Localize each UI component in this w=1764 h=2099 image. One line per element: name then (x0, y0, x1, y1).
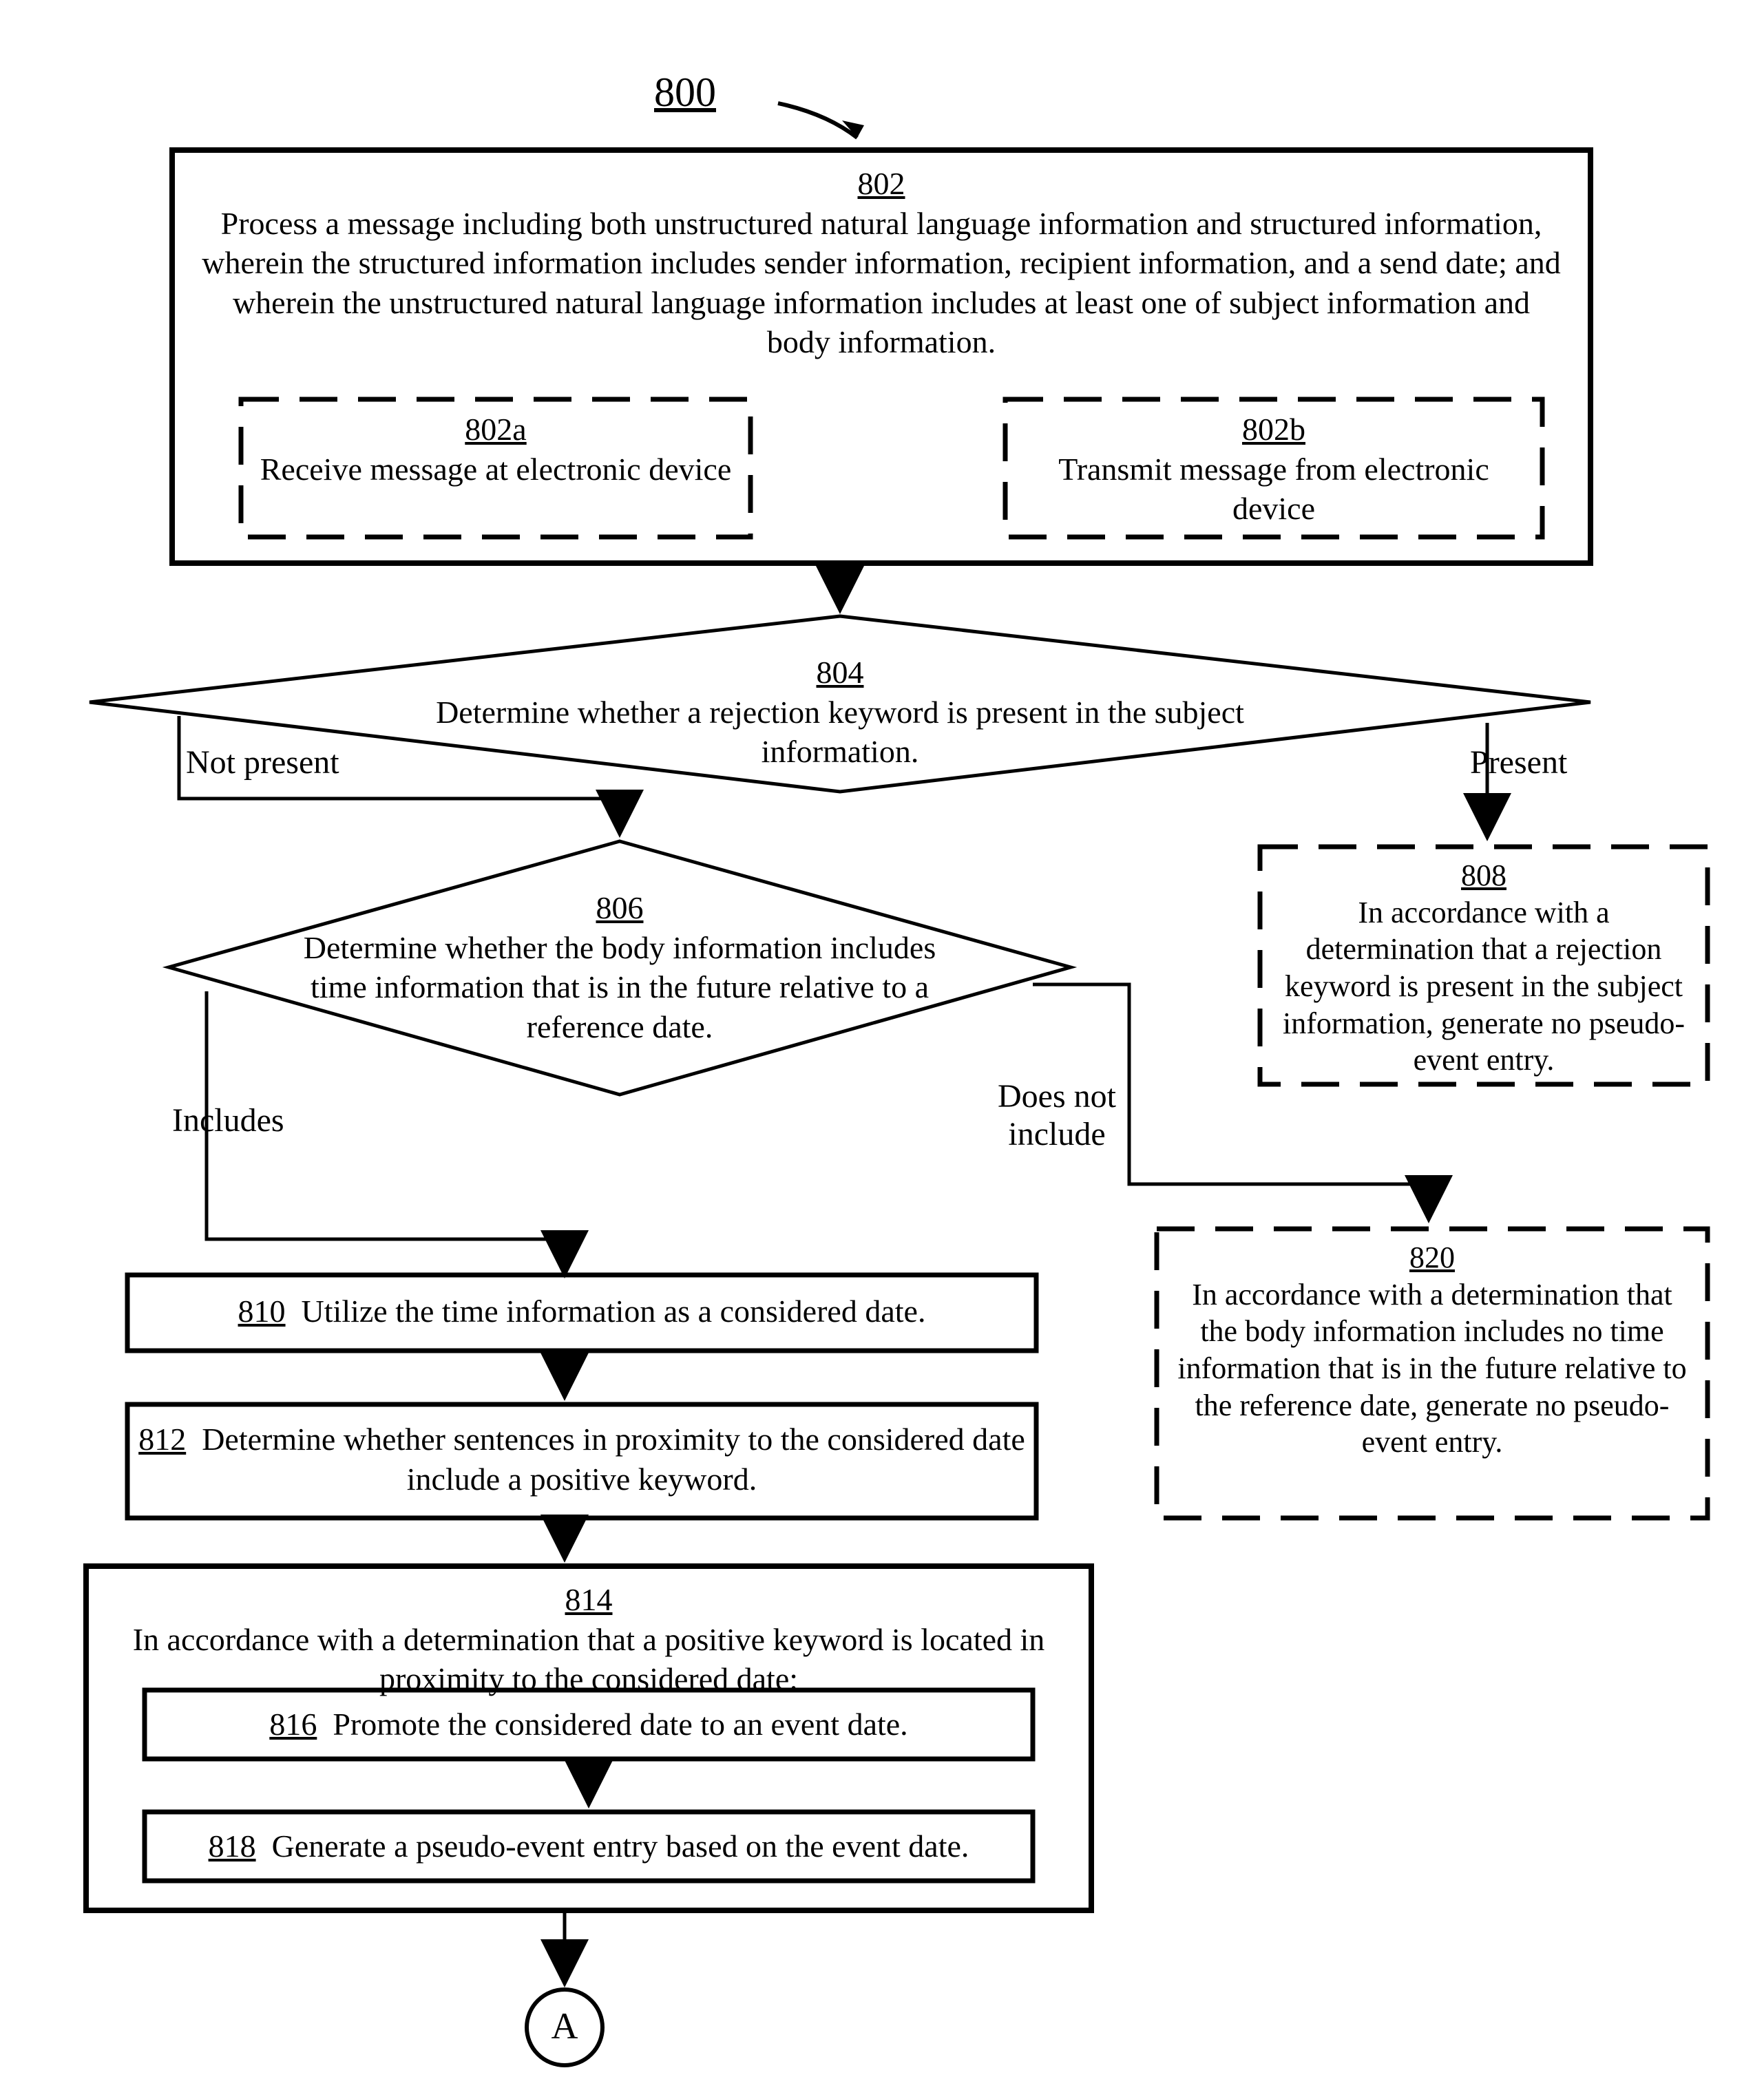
diamond-806-content: 806 Determine whether the body informati… (289, 888, 950, 1046)
box-814-content: 814 In accordance with a determination t… (103, 1580, 1074, 1699)
box-812-ref: 812 (138, 1422, 186, 1457)
figure-number-text: 800 (654, 70, 716, 115)
box-820-ref: 820 (1409, 1241, 1455, 1274)
box-820-text: In accordance with a determination that … (1170, 1276, 1694, 1461)
flowchart-canvas: 800 802 Process a message including both… (0, 0, 1764, 2099)
connector-A-label: A (530, 2005, 599, 2047)
box-802b-text: Transmit message from electronic device (1019, 450, 1529, 529)
figure-number: 800 (654, 69, 716, 116)
box-808-content: 808 In accordance with a determination t… (1274, 857, 1694, 1079)
box-808-text: In accordance with a determination that … (1274, 894, 1694, 1079)
box-808-ref: 808 (1461, 858, 1506, 892)
box-812-text: Determine whether sentences in proximity… (202, 1422, 1025, 1497)
box-802b-ref: 802b (1242, 412, 1305, 447)
box-802-ref: 802 (858, 166, 905, 201)
label-not-present: Not present (186, 743, 339, 781)
diamond-806-text: Determine whether the body information i… (289, 928, 950, 1047)
box-814-text: In accordance with a determination that … (103, 1620, 1074, 1699)
box-802b-content: 802b Transmit message from electronic de… (1019, 410, 1529, 529)
diamond-804-text: Determine whether a rejection keyword is… (358, 693, 1322, 772)
title-arrow (778, 103, 864, 138)
diamond-804-content: 804 Determine whether a rejection keywor… (358, 653, 1322, 772)
box-810-content: 810 Utilize the time information as a co… (138, 1293, 1026, 1329)
box-802a-text: Receive message at electronic device (255, 450, 737, 489)
box-820-content: 820 In accordance with a determination t… (1170, 1239, 1694, 1461)
label-does-not-include-l2: include (978, 1115, 1136, 1153)
box-818-content: 818 Generate a pseudo-event entry based … (155, 1828, 1022, 1864)
box-812-content: 812 Determine whether sentences in proxi… (138, 1420, 1026, 1499)
box-814-ref: 814 (565, 1582, 613, 1617)
box-810-text: Utilize the time information as a consid… (302, 1294, 926, 1329)
box-816-ref: 816 (269, 1707, 317, 1742)
box-810-ref: 810 (238, 1294, 286, 1329)
label-includes: Includes (172, 1101, 284, 1139)
label-does-not-include-l1: Does not (978, 1077, 1136, 1115)
box-802a-ref: 802a (465, 412, 526, 447)
box-802-text: Process a message including both unstruc… (200, 204, 1563, 362)
box-816-content: 816 Promote the considered date to an ev… (155, 1706, 1022, 1742)
box-818-ref: 818 (209, 1828, 256, 1864)
diamond-804-ref: 804 (817, 655, 864, 690)
box-802a-content: 802a Receive message at electronic devic… (255, 410, 737, 489)
box-816-text: Promote the considered date to an event … (333, 1707, 907, 1742)
label-present: Present (1470, 743, 1567, 781)
box-802-content: 802 Process a message including both uns… (200, 164, 1563, 362)
box-818-text: Generate a pseudo-event entry based on t… (272, 1828, 969, 1864)
label-does-not-include: Does not include (978, 1077, 1136, 1153)
diamond-806-ref: 806 (596, 890, 644, 925)
